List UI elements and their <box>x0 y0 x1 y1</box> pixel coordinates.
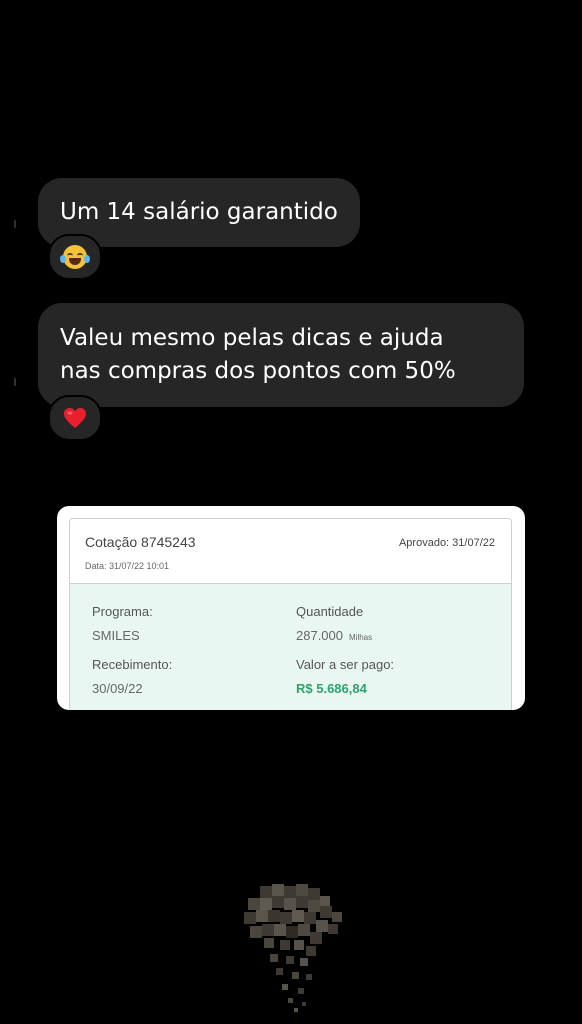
quote-date: Data: 31/07/22 10:01 <box>85 561 170 571</box>
approved-date: Aprovado: 31/07/22 <box>398 537 495 549</box>
message-bubble[interactable]: Valeu mesmo pelas dicas e ajuda nas comp… <box>38 303 524 407</box>
edge-indicator <box>14 220 16 228</box>
quote-title: Cotação 8745243 <box>85 534 196 550</box>
message-text-line: nas compras dos pontos com 50% <box>60 358 456 384</box>
program-label: Programa: <box>92 604 153 619</box>
receipt-label: Recebimento: <box>92 657 173 672</box>
edge-indicator <box>14 378 16 386</box>
amount-label: Valor a ser pago: <box>296 657 395 672</box>
message-text: Um 14 salário garantido <box>60 199 338 225</box>
message-text-line: Valeu mesmo pelas dicas e ajuda <box>60 325 444 351</box>
quote-panel: Cotação 8745243 Data: 31/07/22 10:01 Apr… <box>69 518 512 710</box>
pixelated-sticker <box>244 884 342 1012</box>
quote-header: Cotação 8745243 Data: 31/07/22 10:01 Apr… <box>70 519 511 584</box>
amount-value: R$ 5.686,84 <box>296 681 367 696</box>
quote-screenshot-card[interactable]: Cotação 8745243 Data: 31/07/22 10:01 Apr… <box>57 506 525 710</box>
heart-icon <box>63 407 87 429</box>
quantity-value: 287.000 Milhas <box>296 628 373 643</box>
quote-details: Programa: SMILES Quantidade 287.000 Milha… <box>70 584 511 710</box>
reaction-badge[interactable] <box>48 395 102 441</box>
quantity-label: Quantidade <box>296 604 364 619</box>
program-value: SMILES <box>92 628 140 643</box>
receipt-value: 30/09/22 <box>92 681 143 696</box>
quantity-unit: Milhas <box>349 633 373 642</box>
laughing-tears-emoji-icon <box>60 245 90 269</box>
reaction-badge[interactable] <box>48 234 102 280</box>
